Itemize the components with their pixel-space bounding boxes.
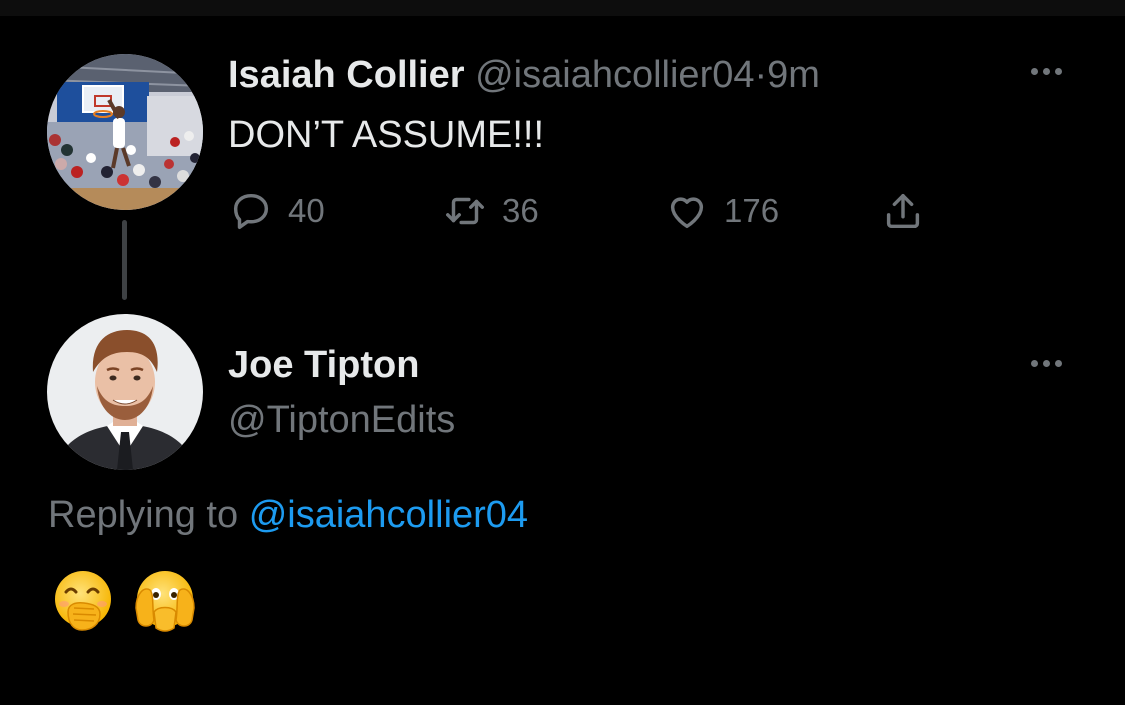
face-with-hand-over-mouth-emoji xyxy=(50,568,116,634)
retweet-icon xyxy=(442,188,488,234)
retweet-count: 36 xyxy=(502,192,539,229)
more-options-button[interactable] xyxy=(1031,68,1062,75)
parent-tweet-header: Isaiah Collier @isaiahcollier04·9m xyxy=(228,52,820,98)
author-name[interactable]: Isaiah Collier xyxy=(228,54,465,96)
top-strip xyxy=(0,0,1125,16)
like-button[interactable]: 176 xyxy=(664,188,779,234)
replying-to-label: Replying to xyxy=(48,494,239,536)
tweet-action-bar: 40 36 176 xyxy=(228,188,948,236)
reply-bubble-icon xyxy=(228,188,274,234)
like-count: 176 xyxy=(724,192,780,229)
joe-tipton-avatar[interactable] xyxy=(47,314,203,470)
author-handle[interactable]: @isaiahcollier04 xyxy=(475,54,754,96)
thread-connector-line xyxy=(122,220,127,300)
isaiah-collier-avatar[interactable] xyxy=(47,54,203,210)
reply-count: 40 xyxy=(288,192,325,229)
tweet-time[interactable]: 9m xyxy=(767,54,820,96)
replying-to-line: Replying to @isaiahcollier04 xyxy=(48,490,528,540)
more-dot-icon xyxy=(1031,68,1038,75)
reply-author-name[interactable]: Joe Tipton xyxy=(228,342,419,388)
more-dot-icon xyxy=(1043,68,1050,75)
reply-tweet-text xyxy=(50,568,198,634)
heart-icon xyxy=(664,188,710,234)
more-options-button[interactable] xyxy=(1031,360,1062,367)
reply-author-handle[interactable]: @TiptonEdits xyxy=(228,397,455,443)
more-dot-icon xyxy=(1055,360,1062,367)
share-button[interactable] xyxy=(880,188,926,234)
more-dot-icon xyxy=(1055,68,1062,75)
separator-dot: · xyxy=(754,54,768,96)
reply-button[interactable]: 40 xyxy=(228,188,325,234)
face-with-open-eyes-and-hand-over-mouth-emoji xyxy=(132,568,198,634)
more-dot-icon xyxy=(1043,360,1050,367)
replying-to-mention-link[interactable]: @isaiahcollier04 xyxy=(249,494,528,536)
more-dot-icon xyxy=(1031,360,1038,367)
parent-tweet-text: DON’T ASSUME!!! xyxy=(228,114,545,156)
retweet-button[interactable]: 36 xyxy=(442,188,539,234)
share-icon xyxy=(880,188,926,234)
